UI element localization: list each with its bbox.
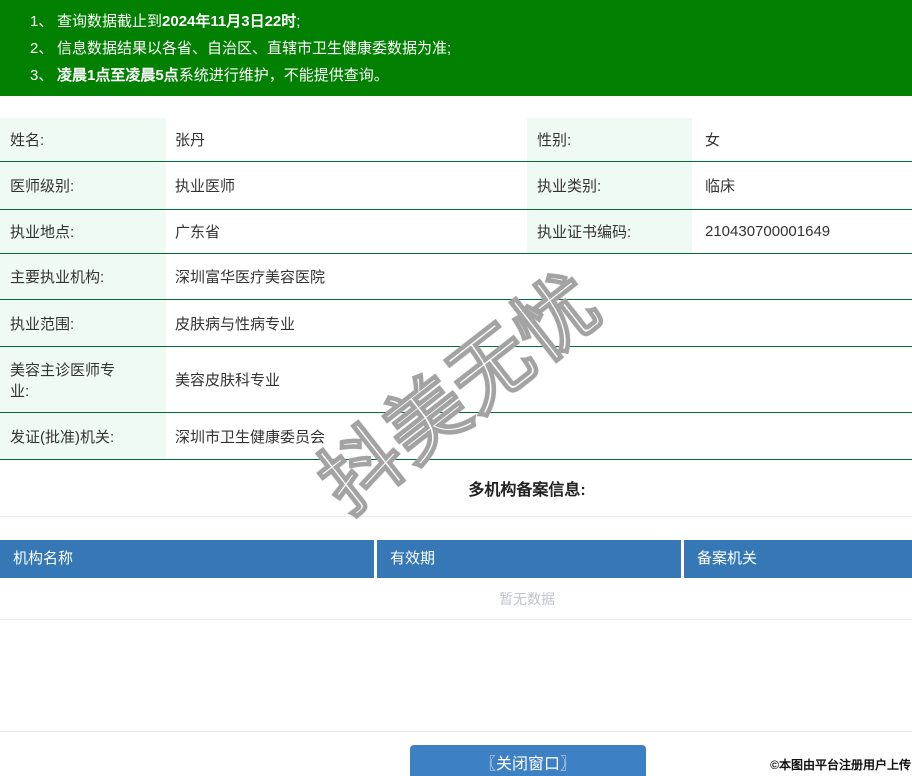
- name-label: 姓名:: [0, 118, 166, 161]
- practice-category-value: 临床: [705, 178, 736, 195]
- notice-number: 1、: [30, 13, 54, 30]
- table-row-practice-scope: 执业范围: 皮肤病与性病专业: [0, 300, 912, 347]
- query-result-page: 1、 查询数据截止到2024年11月3日22时; 2、 信息数据结果以各省、自治区、…: [0, 0, 912, 776]
- notice-number: 3、: [30, 67, 54, 84]
- table-row-main-institution: 主要执业机构: 深圳富华医疗美容医院: [0, 254, 912, 300]
- main-institution-value: 深圳富华医疗美容医院: [175, 269, 326, 286]
- column-header-validity: 有效期: [377, 540, 684, 578]
- practitioner-info-table: 姓名: 张丹 性别: 女 医师级别: 执业医师 执业类别: 临床 执业地点: 广…: [0, 118, 912, 460]
- close-window-button[interactable]: 〖关闭窗口〗: [410, 745, 646, 776]
- gender-value: 女: [705, 132, 721, 149]
- main-institution-label: 主要执业机构:: [0, 254, 166, 299]
- practice-scope-value: 皮肤病与性病专业: [175, 315, 296, 333]
- notice-text-suffix: 系统进行维护，不能提供查询。: [178, 67, 389, 84]
- registration-table-header: 机构名称 有效期 备案机关: [0, 540, 912, 578]
- column-header-authority: 备案机关: [697, 550, 758, 567]
- table-row-location-certificate: 执业地点: 广东省 执业证书编码: 210430700001649: [0, 210, 912, 254]
- notice-number: 2、: [30, 40, 54, 57]
- practice-location-value: 广东省: [175, 224, 221, 241]
- content-container: 1、 查询数据截止到2024年11月3日22时; 2、 信息数据结果以各省、自治区、…: [0, 0, 912, 776]
- cosmetic-specialty-value: 美容皮肤科专业: [175, 372, 281, 389]
- table-row-cosmetic-specialty: 美容主诊医师专业: 美容皮肤科专业: [0, 347, 912, 413]
- notice-text-suffix: ;: [296, 13, 301, 30]
- upload-credit-text: ©本图由平台注册用户上传: [770, 758, 911, 772]
- cosmetic-specialty-label: 美容主诊医师专业:: [0, 347, 166, 412]
- practice-category-label: 执业类别:: [527, 162, 692, 209]
- doctor-level-label: 医师级别:: [0, 162, 166, 209]
- table-row-name-gender: 姓名: 张丹 性别: 女: [0, 118, 912, 162]
- issuing-authority-value: 深圳市卫生健康委员会: [175, 428, 326, 446]
- gender-label: 性别:: [527, 118, 692, 161]
- notice-banner: 1、 查询数据截止到2024年11月3日22时; 2、 信息数据结果以各省、自治区、…: [0, 0, 912, 96]
- name-value: 张丹: [175, 132, 206, 149]
- notice-line-2: 2、 信息数据结果以各省、自治区、直辖市卫生健康委数据为准;: [30, 35, 912, 62]
- certificate-no-value: 210430700001649: [705, 223, 831, 240]
- notice-text: 信息数据结果以各省、自治区、直辖市卫生健康委数据为准;: [57, 40, 452, 57]
- notice-line-1: 1、 查询数据截止到2024年11月3日22时;: [30, 8, 912, 35]
- multi-org-section-title: 多机构备案信息:: [0, 460, 912, 517]
- notice-bold-text: 2024年11月3日22时: [162, 13, 297, 30]
- certificate-no-label: 执业证书编码:: [527, 210, 692, 253]
- issuing-authority-label: 发证(批准)机关:: [0, 413, 166, 459]
- no-data-placeholder: 暂无数据: [0, 578, 912, 620]
- table-row-level-category: 医师级别: 执业医师 执业类别: 临床: [0, 162, 912, 210]
- doctor-level-value: 执业医师: [175, 178, 236, 195]
- table-row-issuing-authority: 发证(批准)机关: 深圳市卫生健康委员会: [0, 413, 912, 460]
- notice-line-3: 3、 凌晨1点至凌晨5点系统进行维护，不能提供查询。: [30, 62, 912, 89]
- notice-text: 查询数据截止到: [57, 13, 163, 30]
- column-header-institution: 机构名称: [0, 540, 377, 578]
- practice-scope-label: 执业范围:: [0, 300, 166, 346]
- practice-location-label: 执业地点:: [0, 210, 166, 253]
- notice-bold-text: 凌晨1点至凌晨5点: [57, 67, 179, 84]
